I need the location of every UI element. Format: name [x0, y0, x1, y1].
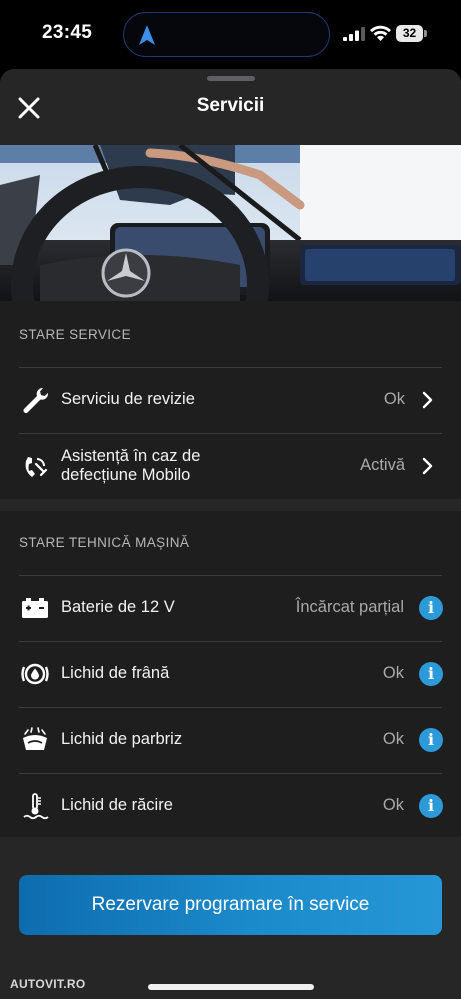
tech-row-battery[interactable]: Baterie de 12 V Încărcat parțial i	[0, 575, 461, 641]
chevron-right-icon[interactable]	[422, 391, 433, 409]
tech-row-label: Lichid de răcire	[61, 796, 173, 814]
tech-row-washer-fluid[interactable]: Lichid de parbriz Ok i	[0, 707, 461, 773]
service-row-value: Ok	[383, 390, 405, 408]
technical-status-section: STARE TEHNICĂ MAȘINĂ Baterie de 12 V Înc…	[0, 511, 461, 837]
service-row-label: Asistență în caz de defecțiune Mobilo	[61, 447, 201, 484]
home-indicator[interactable]	[148, 984, 314, 990]
row-divider	[19, 433, 442, 434]
tech-row-label: Lichid de parbriz	[61, 730, 183, 748]
cellular-signal-icon	[343, 27, 365, 41]
page-title: Servicii	[196, 95, 265, 116]
service-row-revision[interactable]: Serviciu de revizie Ok	[0, 367, 461, 433]
tech-row-label: Baterie de 12 V	[61, 598, 175, 616]
row-divider	[19, 367, 442, 368]
book-service-appointment-button[interactable]: Rezervare programare în service	[19, 875, 442, 935]
battery-tip	[424, 30, 427, 37]
dynamic-island	[123, 12, 330, 57]
battery-level: 32	[396, 25, 423, 42]
coolant-icon	[23, 793, 49, 820]
chevron-right-icon[interactable]	[422, 457, 433, 475]
battery-icon	[22, 598, 48, 618]
tech-row-value: Ok	[382, 730, 404, 748]
navigation-arrow-icon	[139, 25, 155, 45]
brake-fluid-icon	[21, 663, 49, 685]
info-icon[interactable]: i	[419, 662, 443, 686]
tech-row-value: Ok	[382, 796, 404, 814]
status-time: 23:45	[42, 22, 93, 43]
info-icon[interactable]: i	[419, 728, 443, 752]
row-divider	[19, 641, 442, 642]
row-divider	[19, 575, 442, 576]
row-divider	[19, 773, 442, 774]
tech-row-value: Încărcat parțial	[295, 598, 404, 616]
tech-row-label: Lichid de frână	[61, 664, 170, 682]
section-header-technical: STARE TEHNICĂ MAȘINĂ	[19, 535, 190, 550]
service-row-assistance[interactable]: Asistență în caz de defecțiune Mobilo Ac…	[0, 433, 461, 499]
services-sheet: Servicii STARE SERVICE Serviciu de reviz…	[0, 69, 461, 999]
wrench-icon	[23, 387, 49, 413]
info-icon[interactable]: i	[419, 596, 443, 620]
battery-indicator: 32	[396, 25, 427, 42]
wifi-icon	[370, 25, 391, 41]
row-divider	[19, 707, 442, 708]
service-status-section: STARE SERVICE Serviciu de revizie Ok Asi…	[0, 301, 461, 499]
info-icon[interactable]: i	[419, 794, 443, 818]
sheet-grabber[interactable]	[207, 76, 255, 81]
status-bar: 23:45 32	[0, 0, 461, 70]
tech-row-brake-fluid[interactable]: Lichid de frână Ok i	[0, 641, 461, 707]
service-row-label: Serviciu de revizie	[61, 390, 195, 408]
hero-image-car-interior	[0, 145, 461, 301]
watermark: AUTOVIT.RO	[10, 977, 86, 991]
section-header-service: STARE SERVICE	[19, 327, 131, 342]
washer-fluid-icon	[23, 727, 47, 750]
roadside-assistance-icon	[25, 457, 48, 477]
tech-row-coolant[interactable]: Lichid de răcire Ok i	[0, 773, 461, 839]
service-row-value: Activă	[360, 456, 405, 474]
tech-row-value: Ok	[382, 664, 404, 682]
